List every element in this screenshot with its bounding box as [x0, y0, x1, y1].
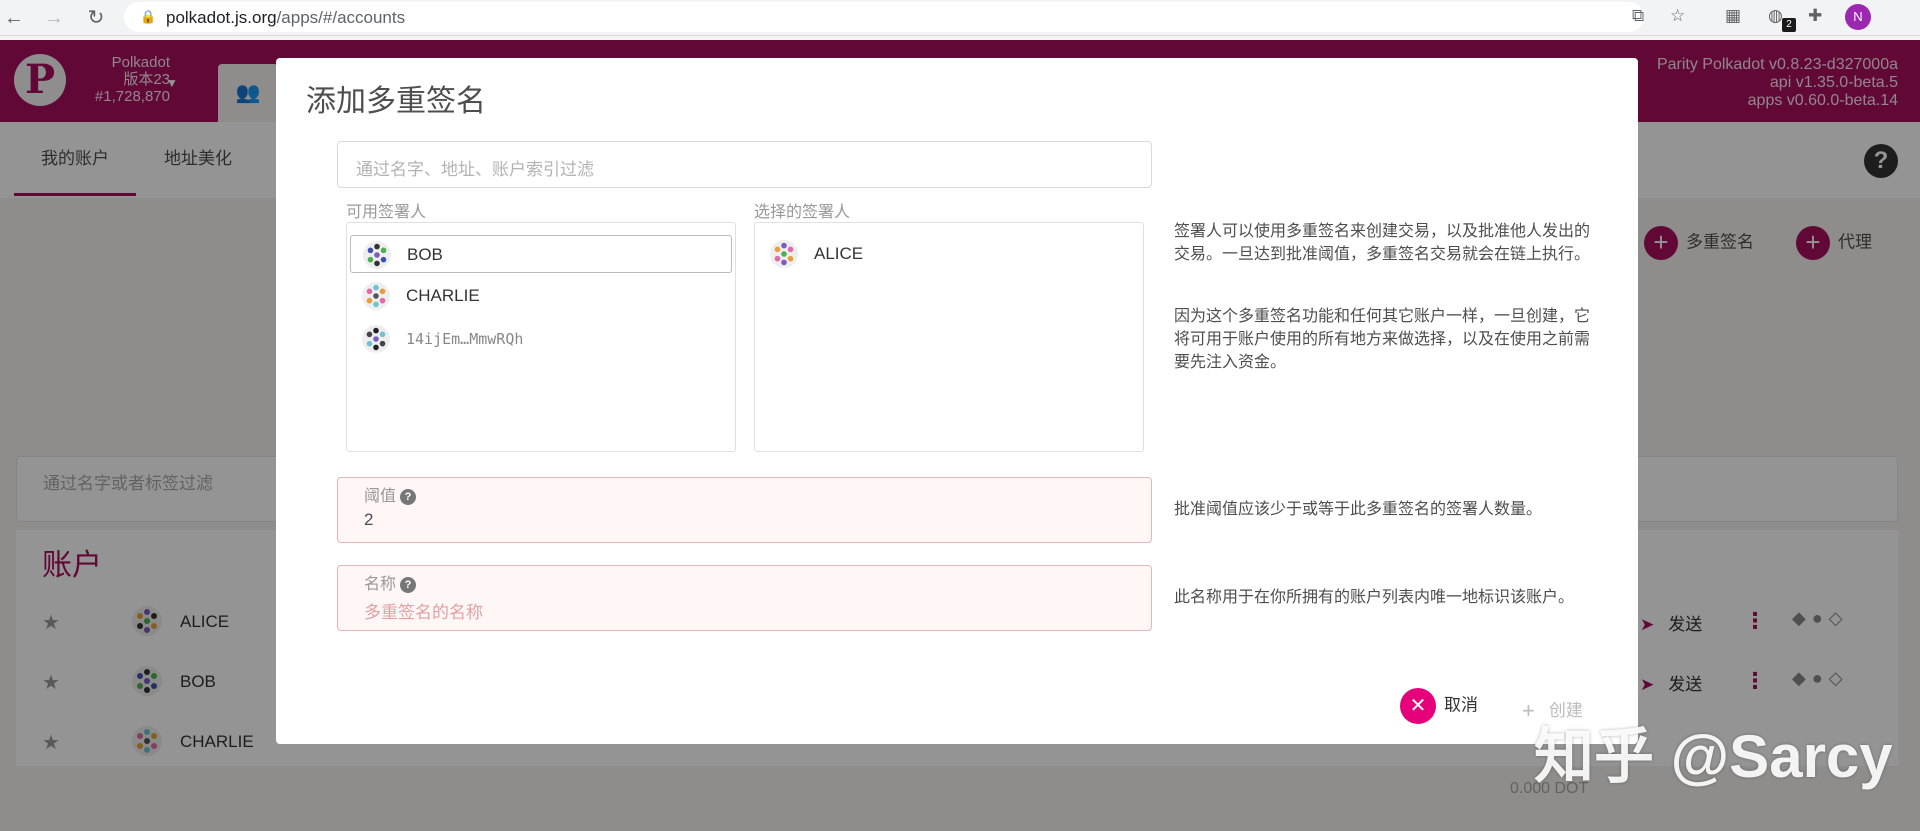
signer-name: CHARLIE — [406, 286, 480, 305]
signer-filter-input[interactable]: 通过名字、地址、账户索引过滤 — [337, 141, 1152, 188]
modal-title: 添加多重签名 — [306, 85, 486, 118]
signer-filter-placeholder: 通过名字、地址、账户索引过滤 — [356, 160, 594, 179]
signer-address: 14ijEm…MmwRQh — [406, 330, 524, 348]
identicon-icon — [362, 282, 390, 310]
polkadot-extension-icon[interactable]: ◍ — [1768, 6, 1783, 26]
back-arrow-icon[interactable]: ← — [2, 6, 26, 30]
profile-avatar[interactable]: N — [1845, 4, 1871, 30]
zhihu-watermark: 知乎 @Sarcy — [1534, 723, 1893, 790]
available-signers-list: BOB CHARLIE 14ijEm…MmwRQh — [346, 222, 736, 452]
cancel-button[interactable]: ✕ 取消 — [1400, 688, 1478, 724]
available-signer-item[interactable]: CHARLIE — [350, 277, 732, 315]
identicon-icon — [770, 240, 798, 268]
translate-icon[interactable]: ⧉ — [1632, 6, 1644, 26]
threshold-value[interactable]: 2 — [364, 510, 373, 530]
name-placeholder[interactable]: 多重签名的名称 — [364, 598, 483, 623]
close-icon: ✕ — [1400, 688, 1436, 724]
threshold-help-text: 批准阈值应该少于或等于此多重签名的签署人数量。 — [1174, 501, 1543, 518]
signers-help-text-2: 因为这个多重签名功能和任何其它账户一样，一旦创建，它将可用于账户使用的所有地方来… — [1174, 308, 1591, 371]
selected-signers-list: ALICE — [754, 222, 1144, 452]
name-help-text: 此名称用于在你所拥有的账户列表内唯一地标识该账户。 — [1174, 589, 1575, 606]
browser-toolbar: ← → ↻ 🔒 polkadot.js.org/apps/#/accounts … — [0, 0, 1920, 36]
signer-name: BOB — [407, 245, 443, 264]
address-bar[interactable]: 🔒 polkadot.js.org/apps/#/accounts ⧉ ☆ — [124, 2, 1685, 32]
reload-icon[interactable]: ↻ — [84, 6, 108, 30]
forward-arrow-icon[interactable]: → — [42, 6, 66, 30]
help-question-icon[interactable]: ? — [400, 577, 417, 593]
available-signers-label: 可用签署人 — [346, 204, 427, 221]
identicon-icon — [362, 325, 390, 353]
available-signer-item[interactable]: 14ijEm…MmwRQh — [350, 320, 732, 358]
available-signer-item[interactable]: BOB — [350, 235, 732, 273]
multisig-name-field[interactable]: 名称? 多重签名的名称 — [337, 565, 1152, 631]
puzzle-extensions-icon[interactable]: ✚ — [1808, 6, 1822, 26]
name-label: 名称? — [364, 570, 417, 594]
extension-badge: 2 — [1782, 18, 1796, 32]
plus-icon: + — [1522, 698, 1535, 723]
lock-icon: 🔒 — [140, 9, 157, 24]
selected-signers-label: 选择的签署人 — [754, 204, 851, 221]
qr-code-icon[interactable]: ▦ — [1725, 6, 1741, 26]
bookmark-star-icon[interactable]: ☆ — [1670, 6, 1685, 26]
signers-help-text-1: 签署人可以使用多重签名来创建交易，以及批准他人发出的交易。一旦达到批准阈值，多重… — [1174, 223, 1591, 263]
add-multisig-modal: 添加多重签名 通过名字、地址、账户索引过滤 可用签署人 选择的签署人 BOB C… — [276, 58, 1638, 744]
threshold-field[interactable]: 阈值? 2 — [337, 477, 1152, 543]
selected-signer-item[interactable]: ALICE — [758, 235, 1140, 273]
signer-name: ALICE — [814, 244, 864, 263]
threshold-label: 阈值? — [364, 482, 417, 506]
identicon-icon — [363, 241, 391, 269]
url-text: polkadot.js.org/apps/#/accounts — [166, 8, 406, 27]
help-question-icon[interactable]: ? — [400, 489, 417, 505]
